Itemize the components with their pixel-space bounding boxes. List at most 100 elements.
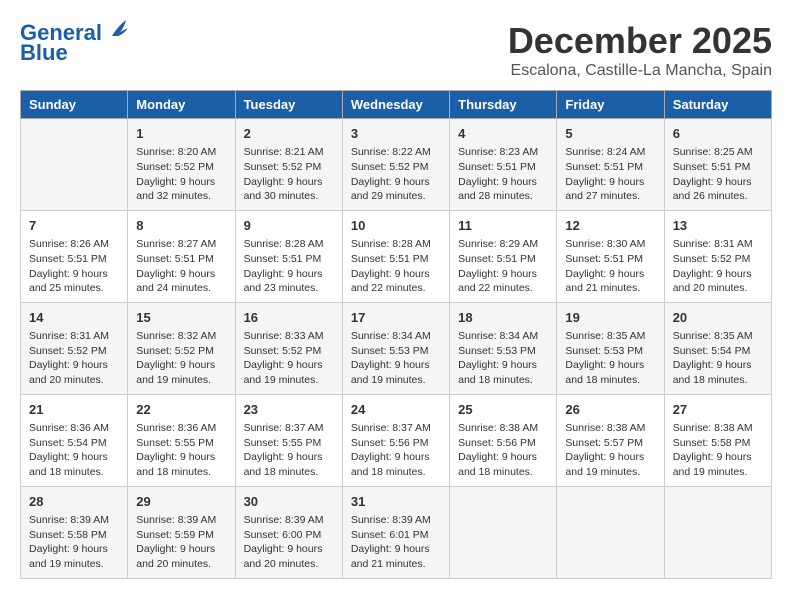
day-number: 17 — [351, 309, 441, 327]
calendar-cell: 21 Sunrise: 8:36 AMSunset: 5:54 PMDayligh… — [21, 394, 128, 486]
day-number: 2 — [244, 125, 334, 143]
header-tuesday: Tuesday — [235, 91, 342, 119]
day-info: Sunrise: 8:37 AMSunset: 5:56 PMDaylight:… — [351, 421, 441, 480]
day-info: Sunrise: 8:39 AMSunset: 6:01 PMDaylight:… — [351, 513, 441, 572]
week-row-5: 28 Sunrise: 8:39 AMSunset: 5:58 PMDayligh… — [21, 486, 772, 578]
day-number: 19 — [565, 309, 655, 327]
day-info: Sunrise: 8:39 AMSunset: 5:59 PMDaylight:… — [136, 513, 226, 572]
day-info: Sunrise: 8:39 AMSunset: 6:00 PMDaylight:… — [244, 513, 334, 572]
calendar-cell: 29 Sunrise: 8:39 AMSunset: 5:59 PMDayligh… — [128, 486, 235, 578]
day-info: Sunrise: 8:28 AMSunset: 5:51 PMDaylight:… — [351, 237, 441, 296]
header-saturday: Saturday — [664, 91, 771, 119]
calendar-cell: 10 Sunrise: 8:28 AMSunset: 5:51 PMDayligh… — [342, 210, 449, 302]
day-number: 11 — [458, 217, 548, 235]
day-info: Sunrise: 8:37 AMSunset: 5:55 PMDaylight:… — [244, 421, 334, 480]
day-info: Sunrise: 8:23 AMSunset: 5:51 PMDaylight:… — [458, 145, 548, 204]
day-number: 21 — [29, 401, 119, 419]
calendar-cell — [21, 119, 128, 211]
day-number: 18 — [458, 309, 548, 327]
day-info: Sunrise: 8:36 AMSunset: 5:55 PMDaylight:… — [136, 421, 226, 480]
calendar-cell: 2 Sunrise: 8:21 AMSunset: 5:52 PMDaylight… — [235, 119, 342, 211]
calendar-cell — [557, 486, 664, 578]
calendar-cell: 17Sunrise: 8:34 AMSunset: 5:53 PMDayligh… — [342, 302, 449, 394]
calendar-cell: 26Sunrise: 8:38 AMSunset: 5:57 PMDayligh… — [557, 394, 664, 486]
week-row-2: 7 Sunrise: 8:26 AMSunset: 5:51 PMDaylight… — [21, 210, 772, 302]
day-number: 26 — [565, 401, 655, 419]
day-info: Sunrise: 8:35 AMSunset: 5:54 PMDaylight:… — [673, 329, 763, 388]
calendar-cell: 16 Sunrise: 8:33 AMSunset: 5:52 PMDayligh… — [235, 302, 342, 394]
calendar-cell: 20 Sunrise: 8:35 AMSunset: 5:54 PMDayligh… — [664, 302, 771, 394]
day-number: 4 — [458, 125, 548, 143]
month-title: December 2025 — [508, 20, 772, 62]
logo-bird-icon — [110, 18, 128, 40]
day-info: Sunrise: 8:31 AMSunset: 5:52 PMDaylight:… — [673, 237, 763, 296]
day-info: Sunrise: 8:20 AMSunset: 5:52 PMDaylight:… — [136, 145, 226, 204]
week-row-3: 14 Sunrise: 8:31 AMSunset: 5:52 PMDayligh… — [21, 302, 772, 394]
calendar-cell: 12Sunrise: 8:30 AMSunset: 5:51 PMDayligh… — [557, 210, 664, 302]
day-info: Sunrise: 8:25 AMSunset: 5:51 PMDaylight:… — [673, 145, 763, 204]
calendar-cell: 6 Sunrise: 8:25 AMSunset: 5:51 PMDaylight… — [664, 119, 771, 211]
calendar-cell: 3 Sunrise: 8:22 AMSunset: 5:52 PMDaylight… — [342, 119, 449, 211]
calendar-cell — [664, 486, 771, 578]
calendar-cell: 28 Sunrise: 8:39 AMSunset: 5:58 PMDayligh… — [21, 486, 128, 578]
day-info: Sunrise: 8:27 AMSunset: 5:51 PMDaylight:… — [136, 237, 226, 296]
day-number: 20 — [673, 309, 763, 327]
day-info: Sunrise: 8:22 AMSunset: 5:52 PMDaylight:… — [351, 145, 441, 204]
day-number: 8 — [136, 217, 226, 235]
day-number: 23 — [244, 401, 334, 419]
day-info: Sunrise: 8:38 AMSunset: 5:56 PMDaylight:… — [458, 421, 548, 480]
calendar-cell: 4 Sunrise: 8:23 AMSunset: 5:51 PMDaylight… — [450, 119, 557, 211]
calendar-cell: 13 Sunrise: 8:31 AMSunset: 5:52 PMDayligh… — [664, 210, 771, 302]
calendar-cell: 15Sunrise: 8:32 AMSunset: 5:52 PMDayligh… — [128, 302, 235, 394]
day-number: 9 — [244, 217, 334, 235]
day-info: Sunrise: 8:21 AMSunset: 5:52 PMDaylight:… — [244, 145, 334, 204]
location-subtitle: Escalona, Castille-La Mancha, Spain — [508, 62, 772, 80]
day-number: 13 — [673, 217, 763, 235]
calendar-cell: 19 Sunrise: 8:35 AMSunset: 5:53 PMDayligh… — [557, 302, 664, 394]
calendar-cell: 22 Sunrise: 8:36 AMSunset: 5:55 PMDayligh… — [128, 394, 235, 486]
title-block: December 2025 Escalona, Castille-La Manc… — [508, 20, 772, 80]
day-info: Sunrise: 8:24 AMSunset: 5:51 PMDaylight:… — [565, 145, 655, 204]
calendar-cell: 25 Sunrise: 8:38 AMSunset: 5:56 PMDayligh… — [450, 394, 557, 486]
header-wednesday: Wednesday — [342, 91, 449, 119]
day-info: Sunrise: 8:28 AMSunset: 5:51 PMDaylight:… — [244, 237, 334, 296]
day-number: 14 — [29, 309, 119, 327]
header-monday: Monday — [128, 91, 235, 119]
day-number: 6 — [673, 125, 763, 143]
day-number: 16 — [244, 309, 334, 327]
calendar-cell: 18 Sunrise: 8:34 AMSunset: 5:53 PMDayligh… — [450, 302, 557, 394]
day-info: Sunrise: 8:38 AMSunset: 5:58 PMDaylight:… — [673, 421, 763, 480]
day-number: 7 — [29, 217, 119, 235]
day-number: 25 — [458, 401, 548, 419]
day-number: 12 — [565, 217, 655, 235]
day-info: Sunrise: 8:36 AMSunset: 5:54 PMDaylight:… — [29, 421, 119, 480]
calendar-cell: 8 Sunrise: 8:27 AMSunset: 5:51 PMDaylight… — [128, 210, 235, 302]
calendar-cell: 7 Sunrise: 8:26 AMSunset: 5:51 PMDaylight… — [21, 210, 128, 302]
day-info: Sunrise: 8:29 AMSunset: 5:51 PMDaylight:… — [458, 237, 548, 296]
calendar-cell — [450, 486, 557, 578]
day-info: Sunrise: 8:34 AMSunset: 5:53 PMDaylight:… — [458, 329, 548, 388]
day-number: 1 — [136, 125, 226, 143]
day-info: Sunrise: 8:26 AMSunset: 5:51 PMDaylight:… — [29, 237, 119, 296]
day-number: 10 — [351, 217, 441, 235]
day-number: 30 — [244, 493, 334, 511]
week-row-4: 21 Sunrise: 8:36 AMSunset: 5:54 PMDayligh… — [21, 394, 772, 486]
day-number: 22 — [136, 401, 226, 419]
day-info: Sunrise: 8:32 AMSunset: 5:52 PMDaylight:… — [136, 329, 226, 388]
day-info: Sunrise: 8:39 AMSunset: 5:58 PMDaylight:… — [29, 513, 119, 572]
day-info: Sunrise: 8:33 AMSunset: 5:52 PMDaylight:… — [244, 329, 334, 388]
day-info: Sunrise: 8:35 AMSunset: 5:53 PMDaylight:… — [565, 329, 655, 388]
calendar-cell: 1 Sunrise: 8:20 AMSunset: 5:52 PMDaylight… — [128, 119, 235, 211]
header-sunday: Sunday — [21, 91, 128, 119]
page-header: General Blue December 2025 Escalona, Cas… — [20, 20, 772, 80]
calendar-table: SundayMondayTuesdayWednesdayThursdayFrid… — [20, 90, 772, 579]
day-number: 28 — [29, 493, 119, 511]
day-info: Sunrise: 8:31 AMSunset: 5:52 PMDaylight:… — [29, 329, 119, 388]
calendar-cell: 9 Sunrise: 8:28 AMSunset: 5:51 PMDaylight… — [235, 210, 342, 302]
calendar-header-row: SundayMondayTuesdayWednesdayThursdayFrid… — [21, 91, 772, 119]
day-number: 3 — [351, 125, 441, 143]
calendar-cell: 24Sunrise: 8:37 AMSunset: 5:56 PMDayligh… — [342, 394, 449, 486]
calendar-cell: 31Sunrise: 8:39 AMSunset: 6:01 PMDayligh… — [342, 486, 449, 578]
calendar-cell: 14 Sunrise: 8:31 AMSunset: 5:52 PMDayligh… — [21, 302, 128, 394]
day-number: 29 — [136, 493, 226, 511]
